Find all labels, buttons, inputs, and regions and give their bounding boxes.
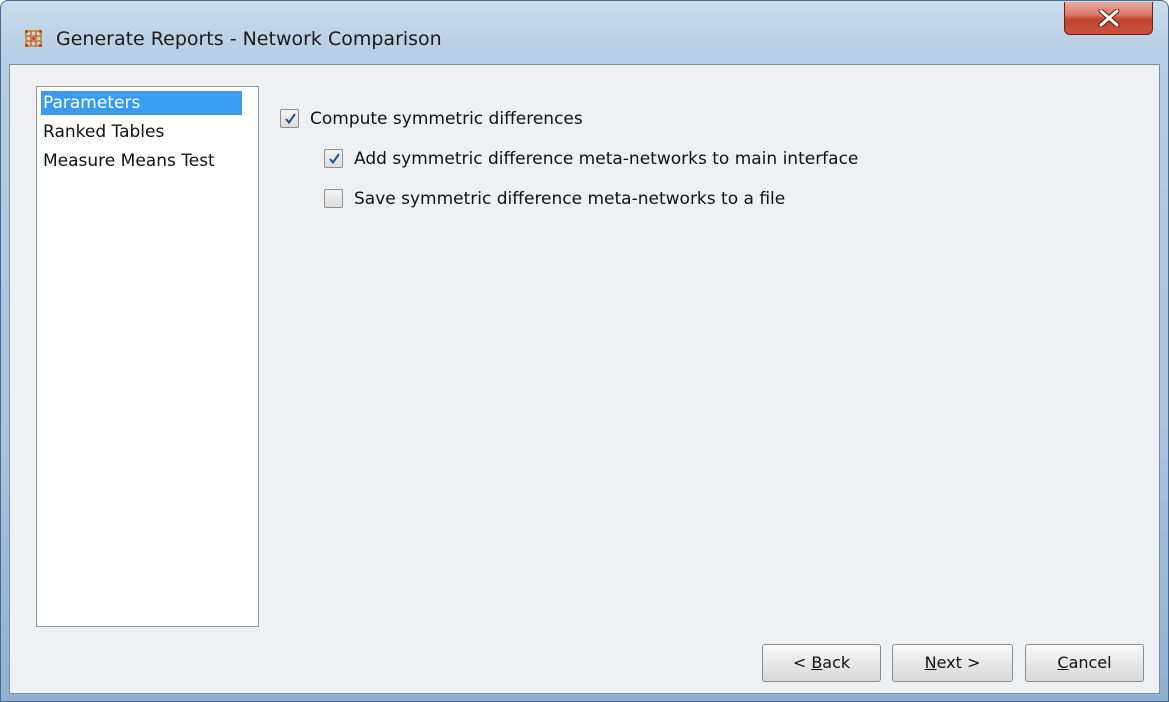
close-button[interactable] bbox=[1064, 2, 1153, 35]
save-to-file-label: Save symmetric difference meta-networks … bbox=[354, 189, 786, 209]
next-button[interactable]: Next > bbox=[892, 644, 1013, 682]
back-button-rest: ack bbox=[822, 653, 851, 672]
next-button-rest: ext > bbox=[936, 653, 981, 672]
sidebar-item-ranked-tables[interactable]: Ranked Tables bbox=[41, 120, 164, 144]
back-button-prefix: < bbox=[792, 653, 812, 672]
sidebar-item-parameters[interactable]: Parameters bbox=[41, 91, 242, 115]
cancel-button[interactable]: Cancel bbox=[1025, 644, 1144, 682]
close-x-icon bbox=[1098, 9, 1120, 27]
compute-symmetric-differences-label: Compute symmetric differences bbox=[310, 109, 583, 129]
add-to-main-interface-checkbox[interactable] bbox=[324, 149, 343, 168]
next-button-mnemonic: N bbox=[924, 653, 937, 672]
check-icon bbox=[285, 113, 296, 125]
title-bar[interactable]: Generate Reports - Network Comparison bbox=[1, 1, 1168, 63]
check-icon bbox=[329, 153, 340, 165]
add-to-main-interface-label: Add symmetric difference meta-networks t… bbox=[354, 149, 859, 169]
back-button[interactable]: < Back bbox=[762, 644, 881, 682]
dialog-content: Parameters Ranked Tables Measure Means T… bbox=[9, 64, 1160, 694]
dialog-window: Generate Reports - Network Comparison Pa… bbox=[0, 0, 1169, 702]
sidebar-item-measure-means-test[interactable]: Measure Means Test bbox=[41, 149, 215, 173]
back-button-mnemonic: B bbox=[811, 653, 823, 672]
window-title: Generate Reports - Network Comparison bbox=[56, 28, 442, 50]
save-to-file-checkbox[interactable] bbox=[324, 189, 343, 208]
report-sections-list[interactable]: Parameters Ranked Tables Measure Means T… bbox=[36, 86, 259, 627]
compute-symmetric-differences-checkbox[interactable] bbox=[280, 109, 299, 128]
cancel-button-mnemonic: C bbox=[1057, 653, 1069, 672]
cancel-button-rest: ancel bbox=[1068, 653, 1112, 672]
meta-network-grid-icon bbox=[25, 30, 42, 47]
